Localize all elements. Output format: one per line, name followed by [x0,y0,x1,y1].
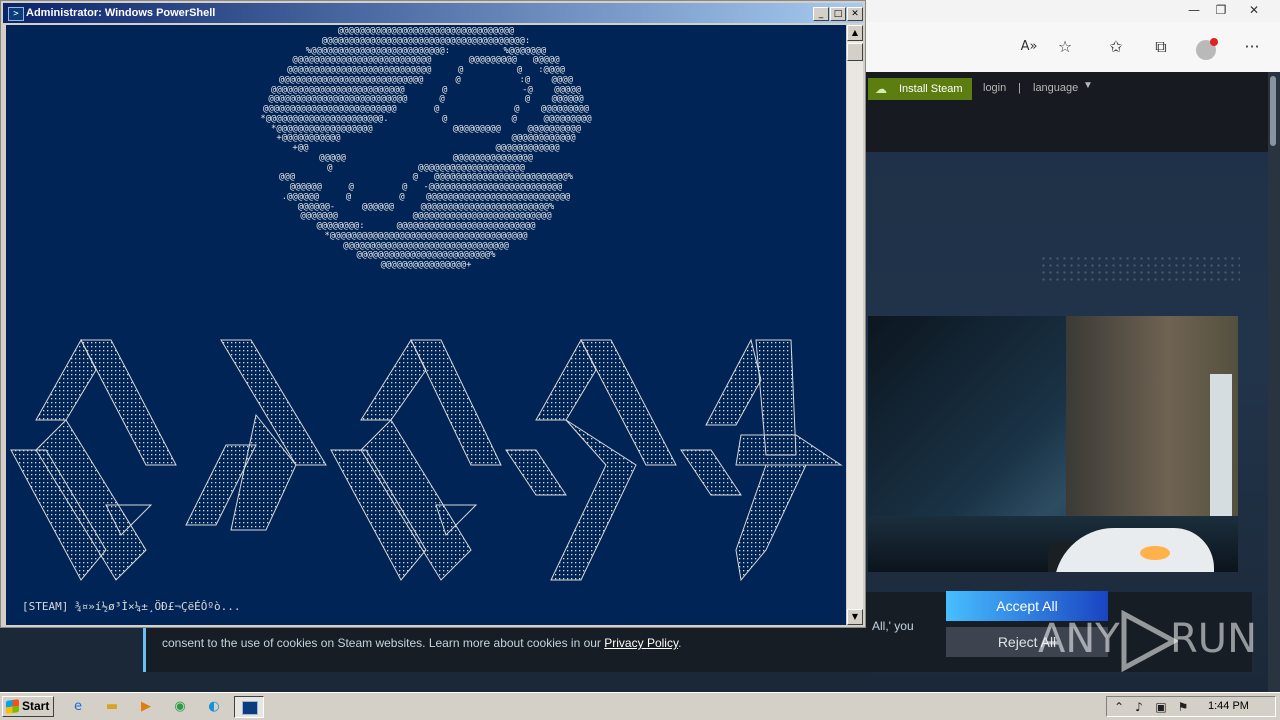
powershell-icon [242,701,258,715]
scroll-up-arrow-icon[interactable]: ▲ [847,25,863,41]
more-icon[interactable]: ··· [1240,36,1264,58]
minimize-button[interactable]: _ [813,7,829,21]
browser-scrollbar[interactable] [1268,72,1280,692]
taskbar: Start e ▬ ▶ ◉ ◐ ⌃ ♪ ▣ ⚑ [0,692,1280,720]
explorer-icon[interactable]: ▬ [102,697,122,717]
browser-close-button[interactable]: ✕ [1243,2,1265,18]
install-steam-button[interactable]: ☁ Install Steam [868,78,972,100]
cookie-text-line2: consent to the use of cookies on Steam w… [162,636,681,650]
windows-logo-icon [6,699,19,714]
browser-restore-button[interactable]: ❐ [1210,2,1232,18]
collections-icon[interactable]: ⧉ [1149,36,1173,58]
ie-icon[interactable]: e [68,697,88,717]
language-dropdown[interactable]: language [1033,82,1078,94]
console-output[interactable]: @@@@@@@@@@@@@@@@@@@@@@@@@@@@@@@@@ @@@@@@… [6,25,846,625]
chrome-icon[interactable]: ◉ [170,697,190,717]
watermark-text-right: RUN [1170,616,1257,662]
start-button[interactable]: Start [2,696,54,717]
privacy-policy-link[interactable]: Privacy Policy [604,636,678,650]
play-logo-icon [1121,610,1178,672]
edge-icon[interactable]: ◐ [204,697,224,717]
browser-scroll-thumb[interactable] [1270,76,1276,146]
media-player-icon[interactable]: ▶ [136,697,156,717]
cookie-text-end: . [678,636,682,650]
ascii-art-logo [10,338,843,582]
powershell-icon: > [8,7,24,21]
powershell-window: > Administrator: Windows PowerShell _ □ … [0,0,866,628]
decorative-dots [1040,255,1240,283]
anyrun-watermark: ANY RUN [1038,610,1257,672]
read-aloud-icon[interactable]: A» [1017,36,1041,58]
taskbar-powershell-button[interactable] [234,696,264,718]
cookie-text-body: consent to the use of cookies on Steam w… [162,636,605,650]
maximize-button[interactable]: □ [830,7,846,21]
close-button[interactable]: ✕ [847,7,863,21]
install-steam-label: Install Steam [899,83,963,95]
chevron-down-icon: ▼ [1083,80,1093,91]
download-icon: ☁ [875,82,887,96]
ascii-art-skull: @@@@@@@@@@@@@@@@@@@@@@@@@@@@@@@@@ @@@@@@… [260,26,592,270]
game-screenshot[interactable] [868,316,1238,572]
watermark-text-left: ANY [1038,616,1120,662]
system-tray: ⌃ ♪ ▣ ⚑ [1106,696,1276,717]
network-icon[interactable]: ▣ [1153,699,1169,715]
start-label: Start [22,699,50,713]
volume-icon[interactable]: ♪ [1131,699,1147,715]
favorites-icon[interactable]: ✩ [1104,36,1128,58]
browser-minimize-button[interactable]: — [1183,2,1205,18]
cookie-text-line1: All,' you [872,619,914,633]
taskbar-clock[interactable]: 1:44 PM [1208,700,1249,712]
window-title: Administrator: Windows PowerShell [26,7,216,19]
profile-icon[interactable] [1196,38,1218,60]
console-scrollbar[interactable]: ▲ ▼ [847,25,863,625]
console-status-line: [STEAM] ¾¤»í½ø³Ì×¼±¸ÖÐ£¬ÇëÉÔºò... [22,600,241,613]
console-scroll-thumb[interactable] [847,43,863,61]
login-link[interactable]: login [983,82,1006,94]
action-center-flag-icon[interactable]: ⚑ [1175,699,1191,715]
tray-expand-icon[interactable]: ⌃ [1111,699,1127,715]
header-separator: | [1018,82,1021,94]
scroll-down-arrow-icon[interactable]: ▼ [847,609,863,625]
powershell-titlebar[interactable]: > Administrator: Windows PowerShell _ □ … [3,3,863,23]
add-favorite-icon[interactable]: ☆ [1053,36,1077,58]
